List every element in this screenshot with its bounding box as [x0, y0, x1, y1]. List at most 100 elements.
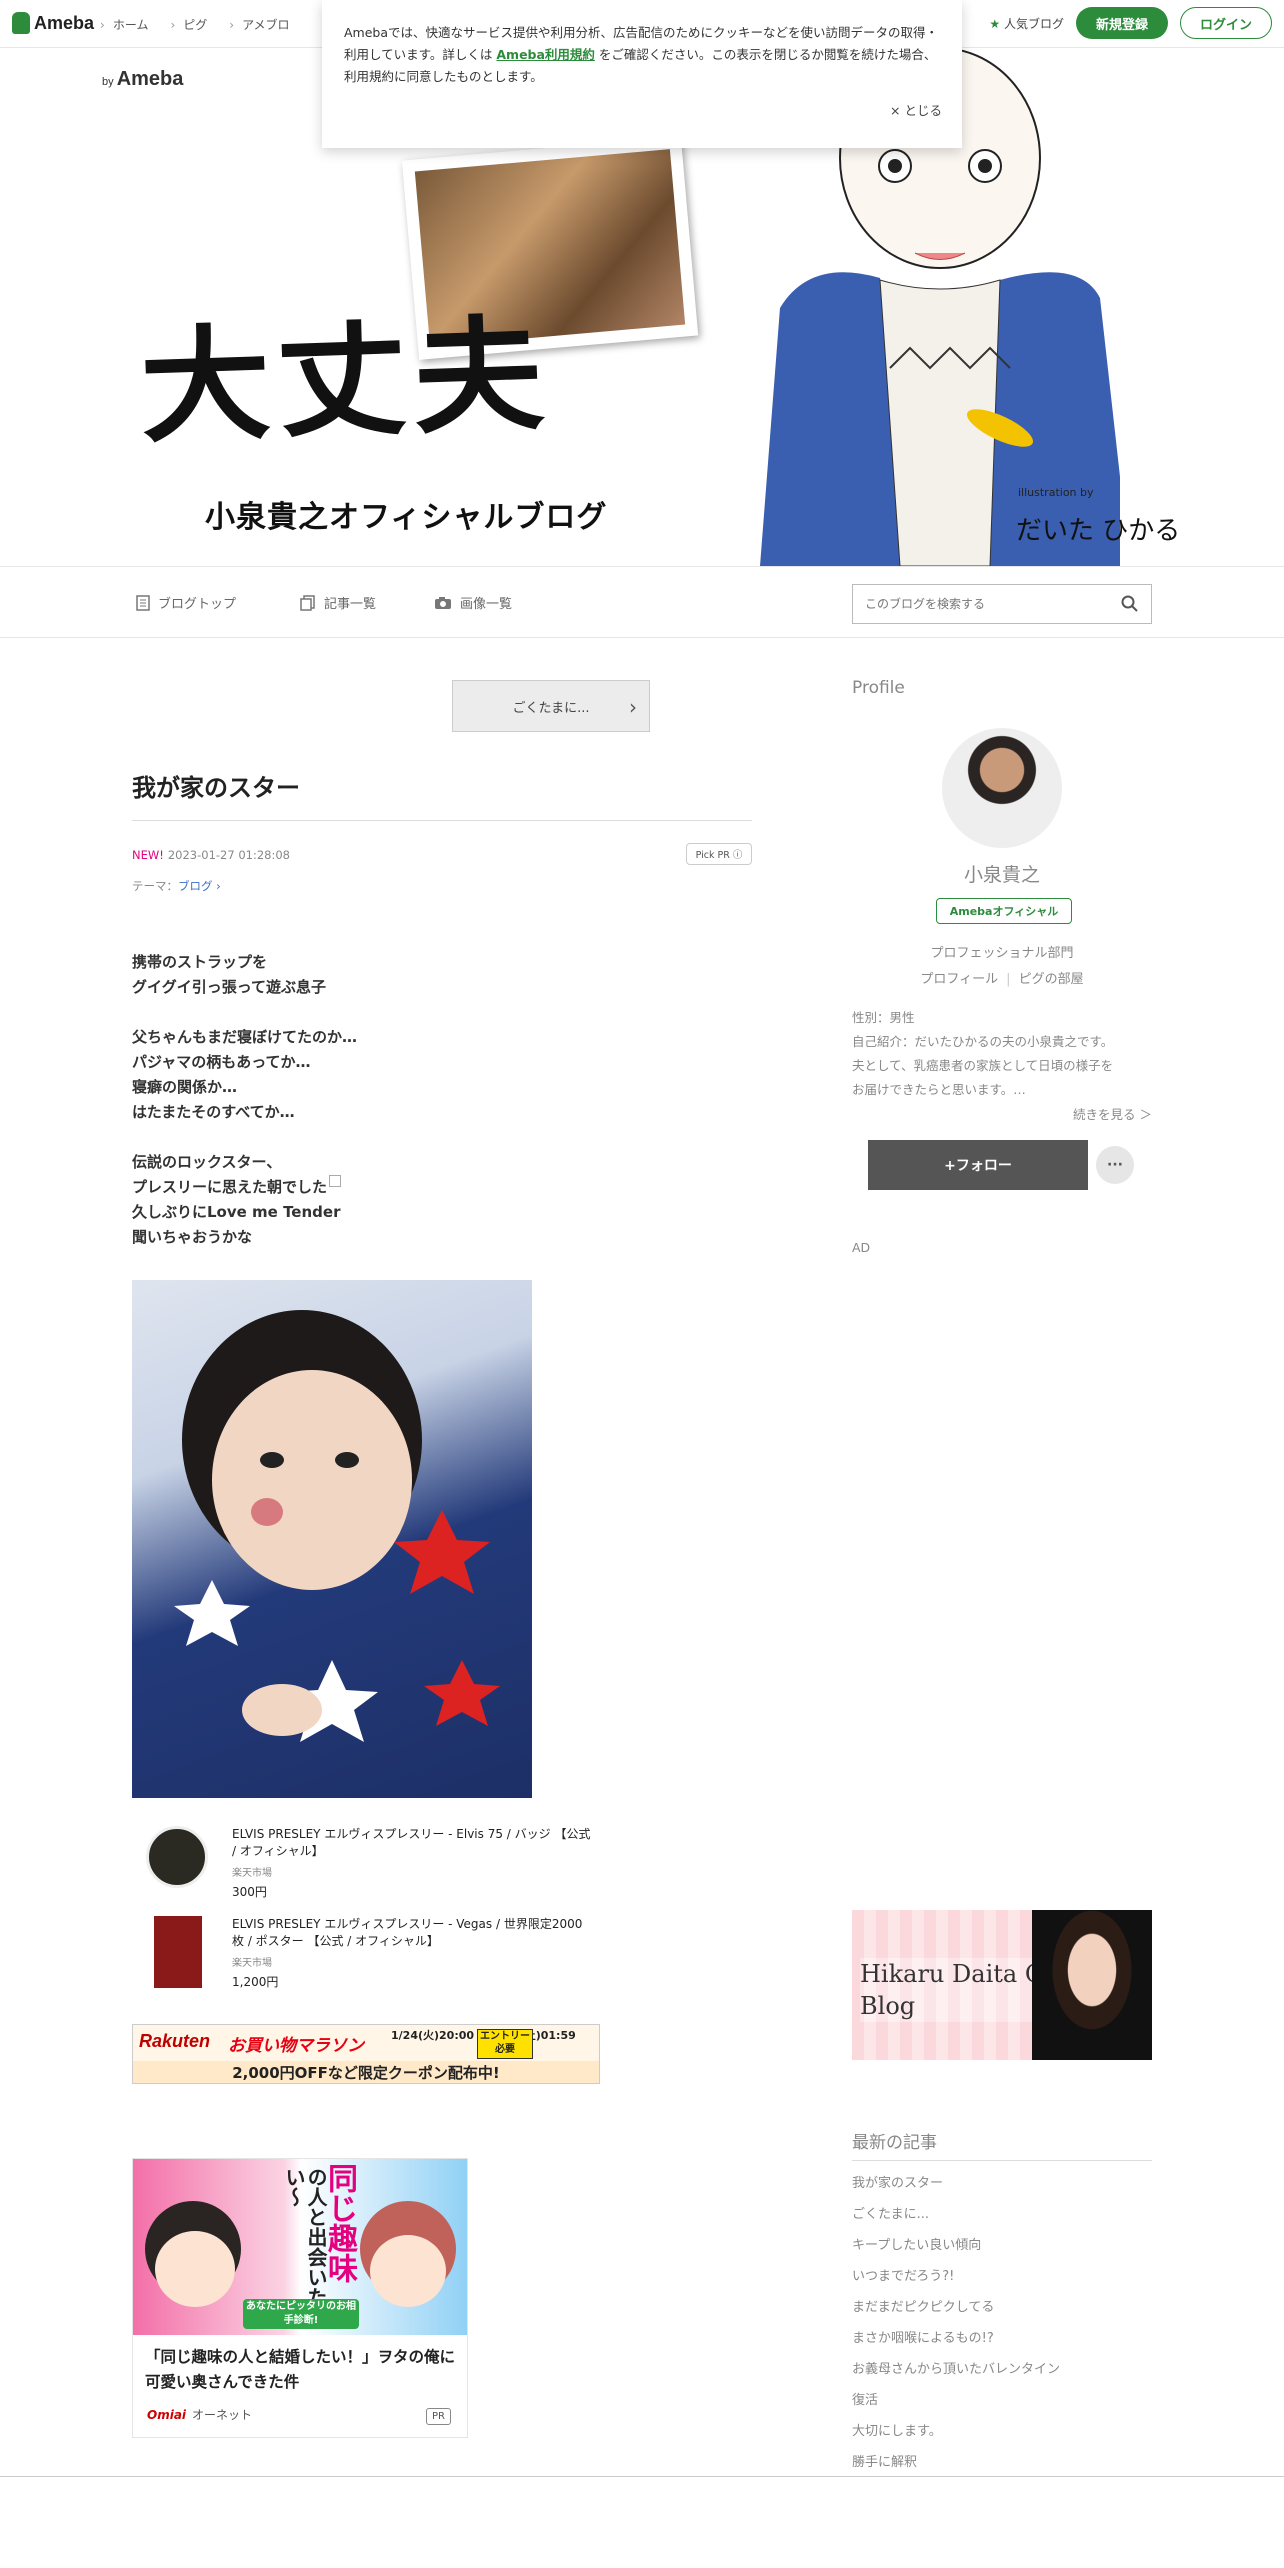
nav-home[interactable]: ホーム — [100, 16, 149, 33]
product-info: ELVIS PRESLEY エルヴィスプレスリー - Elvis 75 / バッ… — [232, 1826, 592, 1900]
latest-article-link[interactable]: キープしたい良い傾向 — [852, 2230, 1060, 2261]
more-options-button[interactable]: ··· — [1096, 1146, 1134, 1184]
latest-article-link[interactable]: いつまでだろう?! — [852, 2261, 1060, 2292]
blog-title-art: 大丈夫 — [137, 303, 553, 461]
article-meta: NEW! 2023-01-27 01:28:08 — [132, 848, 290, 862]
profile-links: プロフィール | ピグの部屋 — [852, 968, 1152, 987]
coupon-text: 2,000円OFFなど限定クーポン配布中! — [133, 2061, 599, 2083]
paragraph: 父ちゃんもまだ寝ぼけてたのか… パジャマの柄もあってか… 寝癖の関係か… はたま… — [132, 1025, 357, 1125]
theme-link[interactable]: ブログ › — [178, 879, 221, 893]
copy-icon — [300, 594, 315, 611]
by-text: by — [102, 76, 114, 88]
camera-icon — [435, 596, 451, 609]
title-divider — [132, 820, 752, 821]
login-button[interactable]: ログイン — [1180, 7, 1272, 39]
product-shop: 楽天市場 — [232, 1868, 272, 1879]
read-more-link[interactable]: 続きを見る ＞ — [1073, 1104, 1152, 1123]
latest-articles-list: 我が家のスター ごくたまに... キープしたい良い傾向 いつまでだろう?! まだ… — [852, 2168, 1060, 2478]
product-price: 1,200円 — [232, 1975, 279, 1989]
baby-photo[interactable] — [132, 1280, 532, 1798]
document-icon — [136, 594, 150, 611]
latest-divider — [852, 2160, 1152, 2161]
nav-image-list[interactable]: 画像一覧 — [434, 593, 512, 612]
nav-article-list[interactable]: 記事一覧 — [300, 593, 376, 612]
nav-blog-top[interactable]: ブログトップ — [136, 593, 236, 612]
nav-blog-top-label: ブログトップ — [158, 597, 237, 612]
ameba-logo[interactable]: Ameba — [12, 12, 94, 34]
ad-source: Omiai オーネット — [147, 2406, 252, 2423]
pick-pr-button[interactable]: Pick PR ⓘ — [686, 843, 752, 865]
latest-article-link[interactable]: 勝手に解釈 — [852, 2447, 1060, 2478]
product-info: ELVIS PRESLEY エルヴィスプレスリー - Vegas / 世界限定2… — [232, 1916, 592, 1990]
latest-article-link[interactable]: まさか咽喉によるもの!? — [852, 2323, 1060, 2354]
ad-diagnosis-badge: あなたにピッタリのお相手診断! — [243, 2299, 359, 2329]
illustration-credit-label: illustration by — [1018, 486, 1094, 499]
prev-article-button[interactable]: ごくたまに... › — [452, 680, 650, 732]
product-thumbnail[interactable] — [154, 1916, 202, 1988]
crown-icon: ★ — [989, 16, 1001, 31]
profile-link[interactable]: プロフィール — [920, 972, 998, 987]
blog-subtitle-art: 小泉貴之オフィシャルブログ — [205, 500, 608, 535]
rakuten-banner[interactable]: Rakuten お買い物マラソン 1/24(火)20:00 〜 1/28(土)0… — [132, 2024, 600, 2084]
article-title[interactable]: 我が家のスター — [132, 768, 300, 803]
body-line: 携帯のストラップを — [132, 953, 268, 971]
illustrator-signature: だいた ひかる — [1016, 516, 1181, 546]
cookie-close-button[interactable]: × とじる — [890, 100, 942, 119]
article-theme: テーマ：ブログ › — [132, 878, 221, 894]
blog-nav: ブログトップ 記事一覧 画像一覧 — [0, 566, 1284, 638]
omiai-logo: Omiai — [147, 2408, 187, 2422]
paragraph: 伝説のロックスター、 プレスリーに思えた朝でした 久しぶりにLove me Te… — [132, 1150, 357, 1250]
prev-article-label: ごくたまに... — [512, 700, 590, 716]
header-actions: ★ 人気ブログ 新規登録 ログイン — [989, 7, 1272, 39]
latest-article-link[interactable]: お義母さんから頂いたバレンタイン — [852, 2354, 1060, 2385]
blog-search-input[interactable] — [853, 585, 1093, 623]
product-name[interactable]: ELVIS PRESLEY エルヴィスプレスリー - Vegas / 世界限定2… — [232, 1916, 592, 1950]
follow-button[interactable]: +フォロー — [868, 1140, 1088, 1190]
body-line: はたまたそのすべてか… — [132, 1103, 295, 1121]
body-line: 聞いちゃおうかな — [132, 1228, 253, 1246]
latest-article-link[interactable]: 復活 — [852, 2385, 1060, 2416]
ad-title[interactable]: 「同じ趣味の人と結婚したい！」ヲタの俺に可愛い奥さんできた件 — [133, 2335, 467, 2395]
product-thumbnail[interactable] — [146, 1826, 208, 1888]
nav-pigg[interactable]: ピグ — [170, 16, 207, 33]
divider: | — [1006, 972, 1011, 987]
campaign-name: お買い物マラソン — [228, 2036, 364, 2056]
body-line: 父ちゃんもまだ寝ぼけてたのか… — [132, 1028, 358, 1046]
nav-ameblo[interactable]: アメブロ — [229, 16, 289, 33]
profile-category[interactable]: プロフェッショナル部門 — [852, 942, 1152, 961]
avatar[interactable] — [942, 728, 1062, 848]
popular-label: 人気ブログ — [1003, 16, 1064, 31]
profile-name[interactable]: 小泉貴之 — [852, 860, 1152, 887]
footer-divider — [0, 2476, 1284, 2477]
profile-desc-line: 自己紹介：だいたひかるの夫の小泉貴之です。 — [852, 1034, 1114, 1049]
product-price: 300円 — [232, 1885, 267, 1899]
pigg-room-link[interactable]: ピグの部屋 — [1019, 972, 1084, 987]
latest-article-link[interactable]: ごくたまに... — [852, 2199, 1060, 2230]
by-ameba-logo: by Ameba — [102, 68, 183, 91]
search-icon[interactable] — [1121, 595, 1139, 613]
ad-label: AD — [852, 1240, 871, 1255]
body-line: 久しぶりにLove me Tender — [132, 1203, 341, 1221]
product-card[interactable]: ELVIS PRESLEY エルヴィスプレスリー - Vegas / 世界限定2… — [146, 1916, 592, 1990]
product-name[interactable]: ELVIS PRESLEY エルヴィスプレスリー - Elvis 75 / バッ… — [232, 1826, 592, 1860]
profile-desc-line: お届けできたらと思います。… — [852, 1082, 1026, 1097]
ad-card[interactable]: の人と出会いたい〜 同じ趣味 あなたにピッタリのお相手診断! 「同じ趣味の人と結… — [132, 2158, 468, 2438]
latest-article-link[interactable]: 我が家のスター — [852, 2168, 1060, 2199]
signup-button[interactable]: 新規登録 — [1076, 7, 1168, 39]
theme-prefix: テーマ： — [132, 879, 178, 893]
product-card[interactable]: ELVIS PRESLEY エルヴィスプレスリー - Elvis 75 / バッ… — [146, 1826, 592, 1900]
profile-description: 性別：男性 自己紹介：だいたひかるの夫の小泉貴之です。 夫として、乳癌患者の家族… — [852, 1006, 1152, 1102]
latest-article-link[interactable]: 大切にします。 — [852, 2416, 1060, 2447]
ad-headline-big: 同じ趣味 — [322, 2163, 357, 2283]
pr-badge: PR — [426, 2408, 451, 2425]
body-line: 寝癖の関係か… — [132, 1078, 238, 1096]
body-line: パジャマの柄もあってか… — [132, 1053, 311, 1071]
logo-text: Ameba — [34, 12, 95, 33]
latest-article-link[interactable]: まだまだピクピクしてる — [852, 2292, 1060, 2323]
ameba-mark-icon — [12, 12, 30, 34]
popular-blog-link[interactable]: ★ 人気ブログ — [989, 15, 1064, 32]
ad-source-name: オーネット — [192, 2408, 253, 2422]
broken-emoji-icon — [329, 1175, 342, 1187]
hikaru-blog-banner[interactable]: Hikaru Daita Official Blog — [852, 1910, 1152, 2060]
terms-link[interactable]: Ameba利用規約 — [496, 47, 595, 62]
